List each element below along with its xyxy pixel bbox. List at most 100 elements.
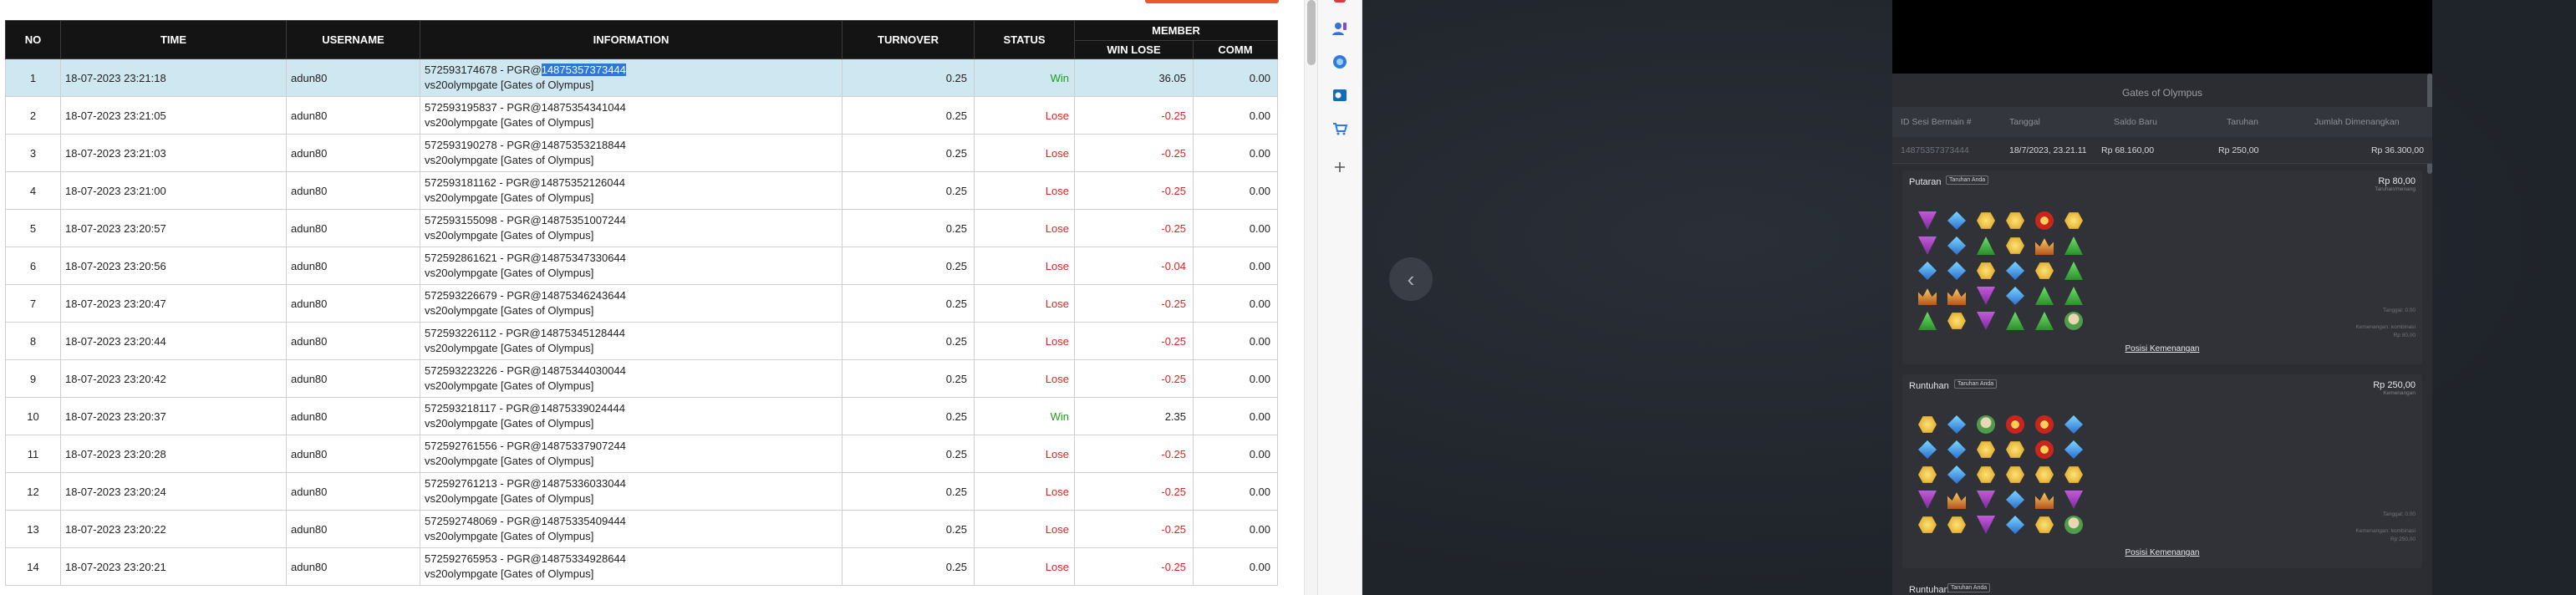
cell-comm: 0.00 [1193, 435, 1278, 473]
office-app-icon[interactable] [1328, 0, 1352, 8]
table-row[interactable]: 14 18-07-2023 23:20:21 adun80 572592765953 … [5, 547, 1278, 586]
cell-no: 6 [5, 247, 61, 285]
winning-position-link[interactable]: Posisi Kemenangan [1902, 548, 2422, 557]
cell-comm: 0.00 [1193, 359, 1278, 398]
info-game: vs20olympgate [Gates of Olympus] [425, 154, 594, 166]
table-row[interactable]: 12 18-07-2023 23:20:24 adun80 572592761213 … [5, 472, 1278, 511]
table-row[interactable]: 3 18-07-2023 23:21:03 adun80 572593190278 -… [5, 134, 1278, 172]
cell-status: Lose [974, 134, 1075, 172]
cell-information[interactable]: 572593195837 - PGR@14875354341044 vs20oly… [420, 96, 843, 135]
col-header-turnover: TURNOVER [842, 20, 975, 59]
cell-win-lose: -0.25 [1074, 209, 1194, 247]
cell-win-lose: -0.25 [1074, 96, 1194, 135]
crown-symbol-icon [2035, 492, 2054, 509]
cell-no: 12 [5, 472, 61, 511]
cell-information[interactable]: 572592761213 - PGR@14875336033044 vs20oly… [420, 472, 843, 511]
cell-status: Lose [974, 322, 1075, 360]
info-transaction: 572592761213 - PGR@14875336033044 [425, 477, 626, 490]
table-row[interactable]: 1 18-07-2023 23:21:18 adun80 572593174678 -… [5, 58, 1278, 97]
cell-time: 18-07-2023 23:20:37 [60, 397, 287, 435]
table-row[interactable]: 6 18-07-2023 23:20:56 adun80 572592861621 -… [5, 247, 1278, 285]
copilot-icon[interactable] [1328, 50, 1352, 74]
cell-no: 14 [5, 547, 61, 586]
cell-information[interactable]: 572593155098 - PGR@14875351007244 vs20oly… [420, 209, 843, 247]
bet-history-table: NO TIME USERNAME INFORMATION TURNOVER ST… [5, 20, 1278, 586]
table-row[interactable]: 13 18-07-2023 23:20:22 adun80 572592748069 … [5, 510, 1278, 548]
cell-username: adun80 [286, 397, 420, 435]
tri-g-symbol-icon [2064, 236, 2083, 255]
table-row[interactable]: 4 18-07-2023 23:21:00 adun80 572593181162 -… [5, 171, 1278, 210]
round-block-title: Putaran [1909, 177, 1942, 187]
round-block-amount: Rp 250,00 [2373, 380, 2416, 390]
col-header-information: INFORMATION [420, 20, 843, 59]
cell-status: Lose [974, 435, 1075, 473]
table-row[interactable]: 5 18-07-2023 23:20:57 adun80 572593155098 -… [5, 209, 1278, 247]
user-profile-icon[interactable] [1328, 17, 1352, 40]
tri-p-symbol-icon [1977, 516, 1995, 534]
summary-session-id: 14875357373444 [1901, 145, 1969, 155]
cell-status: Lose [974, 209, 1075, 247]
hex-y-symbol-icon [2006, 441, 2024, 458]
col-header-status: STATUS [974, 20, 1075, 59]
table-row[interactable]: 9 18-07-2023 23:20:42 adun80 572593223226 -… [5, 359, 1278, 398]
table-row[interactable]: 10 18-07-2023 23:20:37 adun80 572593218117 … [5, 397, 1278, 435]
summary-bet: Rp 250,00 [2218, 145, 2259, 155]
cell-information[interactable]: 572592761556 - PGR@14875337907244 vs20oly… [420, 435, 843, 473]
info-transaction: 572592765953 - PGR@14875334928644 [425, 552, 626, 565]
cell-information[interactable]: 572593218117 - PGR@14875339024444 vs20oly… [420, 397, 843, 435]
top-orange-button-edge[interactable] [1145, 0, 1279, 3]
info-selected-text: 14875357373444 [541, 64, 626, 76]
col-header-no: NO [5, 20, 61, 59]
table-row[interactable]: 2 18-07-2023 23:21:05 adun80 572593195837 -… [5, 96, 1278, 135]
cell-turnover: 0.25 [842, 322, 975, 360]
cell-comm: 0.00 [1193, 247, 1278, 285]
winning-position-link[interactable]: Posisi Kemenangan [1902, 344, 2422, 353]
cell-information[interactable]: 572593223226 - PGR@14875344030044 vs20oly… [420, 359, 843, 398]
cell-information[interactable]: 572592748069 - PGR@14875335409444 vs20oly… [420, 510, 843, 548]
report-scrollbar-thumb[interactable] [1307, 0, 1316, 65]
zeus-symbol-icon [2064, 516, 2083, 534]
cell-time: 18-07-2023 23:21:00 [60, 171, 287, 210]
cell-information[interactable]: 572593226112 - PGR@14875345128444 vs20oly… [420, 322, 843, 360]
cell-time: 18-07-2023 23:20:28 [60, 435, 287, 473]
add-icon[interactable] [1328, 155, 1352, 179]
cell-turnover: 0.25 [842, 171, 975, 210]
cell-information[interactable]: 572593174678 - PGR@14875357373444 vs20oly… [420, 58, 843, 97]
dia-b-symbol-icon [1947, 415, 1966, 434]
shopping-cart-icon[interactable] [1328, 117, 1352, 140]
dia-b-symbol-icon [1947, 465, 1966, 484]
table-row[interactable]: 8 18-07-2023 23:20:44 adun80 572593226112 -… [5, 322, 1278, 360]
cell-information[interactable]: 572593190278 - PGR@14875353218844 vs20oly… [420, 134, 843, 172]
col-header-comm: COMM [1193, 40, 1278, 59]
cell-information[interactable]: 572593181162 - PGR@14875352126044 vs20oly… [420, 171, 843, 210]
cell-win-lose: -0.25 [1074, 171, 1194, 210]
report-scrollbar[interactable] [1304, 0, 1317, 595]
round-block-tag: Taruhan Anda [1947, 583, 1991, 592]
info-transaction: 572592861621 - PGR@14875347330644 [425, 252, 626, 264]
col-header-time: TIME [60, 20, 287, 59]
bet-history-report: NO TIME USERNAME INFORMATION TURNOVER ST… [0, 0, 1304, 595]
summary-header-win-amount: Jumlah Dimenangkan [2314, 117, 2400, 127]
dia-b-symbol-icon [1947, 211, 1966, 230]
outlook-icon[interactable] [1328, 84, 1352, 107]
previous-button[interactable]: ‹ [1389, 257, 1433, 301]
cell-win-lose: -0.04 [1074, 247, 1194, 285]
info-game: vs20olympgate [Gates of Olympus] [425, 567, 594, 580]
info-transaction: 572593181162 - PGR@14875352126044 [425, 176, 625, 189]
tri-g-symbol-icon [2064, 287, 2083, 305]
summary-balance: Rp 68.160,00 [2101, 145, 2155, 155]
hex-y-symbol-icon [1977, 262, 1995, 279]
table-row[interactable]: 7 18-07-2023 23:20:47 adun80 572593226679 -… [5, 284, 1278, 323]
dia-b-symbol-icon [1947, 262, 1966, 280]
cell-status: Lose [974, 472, 1075, 511]
round-block-subtitle: Kemenangan [2383, 390, 2416, 396]
table-row[interactable]: 11 18-07-2023 23:20:28 adun80 572592761556 … [5, 435, 1278, 473]
cell-comm: 0.00 [1193, 96, 1278, 135]
cell-no: 13 [5, 510, 61, 548]
round-block-note: Kemenangan: kombinasi [2355, 324, 2416, 330]
cell-status: Win [974, 397, 1075, 435]
round-block-tag: Taruhan Anda [1954, 379, 1998, 389]
cell-information[interactable]: 572593226679 - PGR@14875346243644 vs20oly… [420, 284, 843, 323]
cell-information[interactable]: 572592765953 - PGR@14875334928644 vs20oly… [420, 547, 843, 586]
cell-information[interactable]: 572592861621 - PGR@14875347330644 vs20oly… [420, 247, 843, 285]
